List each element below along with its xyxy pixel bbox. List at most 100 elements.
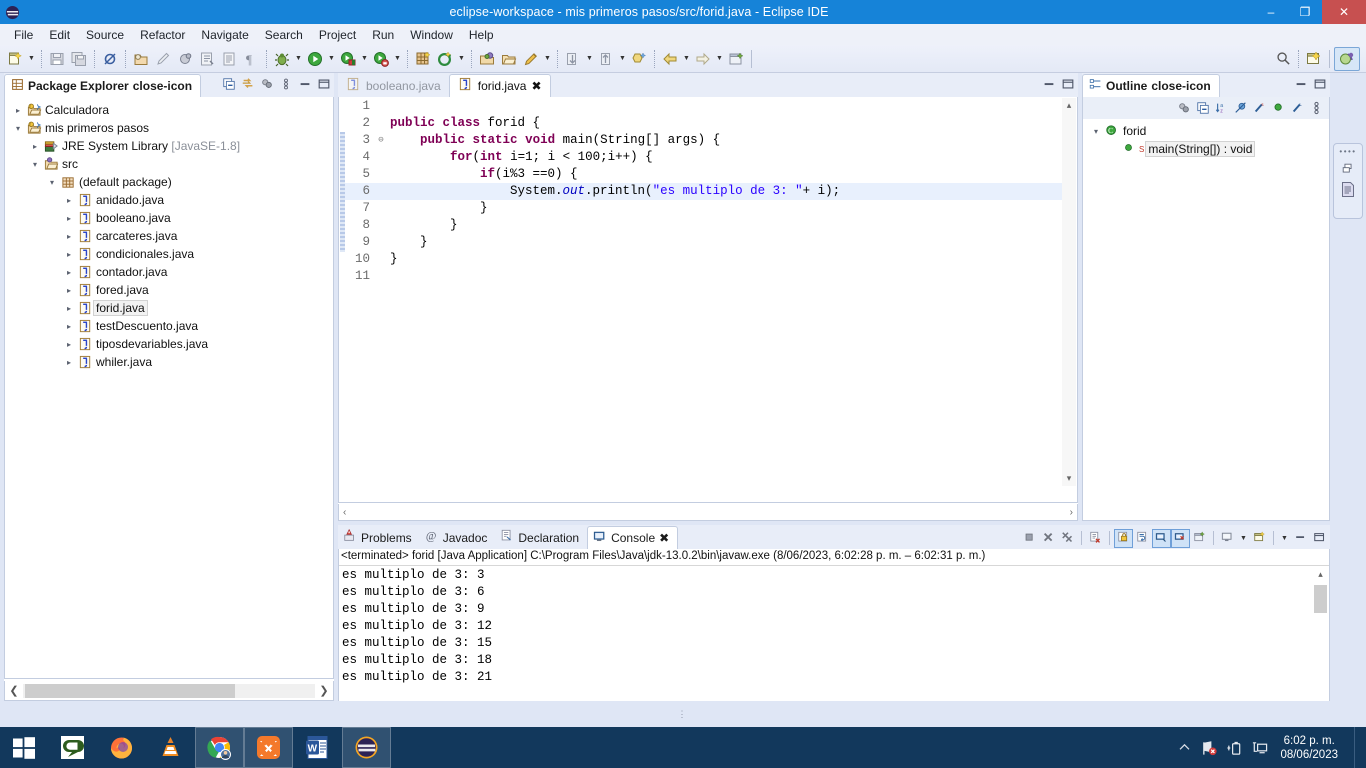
search-icon[interactable] [1272, 48, 1294, 70]
twisty-collapsed-icon[interactable]: ▸ [62, 196, 76, 205]
twisty-collapsed-icon[interactable]: ▸ [62, 358, 76, 367]
scroll-up-icon[interactable]: ▴ [1318, 567, 1323, 582]
chevron-down-icon[interactable]: ▼ [359, 48, 370, 70]
view-menu-icon[interactable] [1308, 100, 1325, 117]
tree-item-jre-system-library[interactable]: ▸ JRE System Library [JavaSE-1.8] [5, 137, 333, 155]
run-green-icon[interactable] [304, 48, 326, 70]
open-perspective-icon[interactable] [1303, 48, 1325, 70]
breakpoint-disabled-icon[interactable] [99, 48, 121, 70]
code-line[interactable]: 4 for(int i=1; i < 100;i++) { [340, 149, 1062, 166]
minimize-icon[interactable] [1292, 530, 1309, 547]
pilcrow-icon[interactable]: ¶ [240, 48, 262, 70]
view-menu-icon[interactable] [277, 75, 294, 92]
chevron-down-icon[interactable]: ▼ [584, 48, 595, 70]
chevron-down-icon[interactable]: ▼ [326, 48, 337, 70]
task-list-icon[interactable] [1340, 181, 1357, 198]
tree-item-condicionales-java[interactable]: ▸ condicionales.java [5, 245, 333, 263]
taskbar-camtasia[interactable] [48, 727, 97, 768]
show-on-output-icon[interactable] [1152, 528, 1171, 548]
chevron-down-icon[interactable]: ▼ [714, 48, 725, 70]
maximize-icon[interactable] [1311, 530, 1328, 547]
editor-tab-forid-java[interactable]: forid.java ✖ [448, 74, 551, 97]
close-button[interactable]: ✕ [1322, 0, 1366, 24]
close-icon[interactable]: close-icon [133, 79, 192, 93]
editor-tab-booleano-java[interactable]: booleano.java [338, 74, 449, 97]
chevron-down-icon[interactable]: ▼ [1238, 527, 1249, 549]
fold-marker[interactable] [374, 115, 388, 132]
save-icon[interactable] [46, 48, 68, 70]
taskbar-clock[interactable]: 6:02 p. m. 08/06/2023 [1276, 734, 1346, 762]
save-all-icon[interactable] [68, 48, 90, 70]
clear-console-icon[interactable] [1087, 530, 1104, 547]
twisty-collapsed-icon[interactable]: ▸ [62, 322, 76, 331]
tree-item-mis-primeros-pasos[interactable]: ▾! mis primeros pasos [5, 119, 333, 137]
close-icon[interactable]: ✖ [531, 79, 541, 93]
open-folder-icon[interactable] [498, 48, 520, 70]
pencil-icon[interactable] [152, 48, 174, 70]
twisty-collapsed-icon[interactable]: ▸ [28, 142, 42, 151]
code-line[interactable]: 1 [340, 98, 1062, 115]
twisty-collapsed-icon[interactable]: ▸ [62, 286, 76, 295]
next-annotation-icon[interactable] [562, 48, 584, 70]
menu-item-search[interactable]: Search [257, 26, 311, 44]
collapse-all-icon[interactable] [220, 75, 237, 92]
hscroll-track[interactable] [23, 683, 315, 698]
menu-item-run[interactable]: Run [364, 26, 402, 44]
minimize-button[interactable]: – [1254, 0, 1288, 24]
minimize-icon[interactable] [1292, 75, 1309, 92]
outline-item-main-string-void[interactable]: Smain(String[]) : void [1083, 140, 1329, 158]
editor-hscrollbar[interactable]: ‹ › [338, 504, 1078, 521]
network-error-icon[interactable] [1201, 738, 1218, 758]
chevron-down-icon[interactable]: ▼ [456, 48, 467, 70]
outline-tree[interactable]: ▾ Cforid Smain(String[]) : void [1083, 119, 1329, 158]
class-icon[interactable] [174, 48, 196, 70]
console-panel-tab-console[interactable]: Console ✖ [587, 526, 679, 549]
tab-package-explorer[interactable]: Package Explorer close-icon [4, 74, 202, 97]
tree-item-contador-java[interactable]: ▸ contador.java [5, 263, 333, 281]
twisty-expanded-icon[interactable]: ▾ [28, 160, 42, 169]
package-explorer-hscrollbar[interactable]: ❮ ❯ [4, 681, 334, 701]
twisty-expanded-icon[interactable]: ▾ [1089, 127, 1103, 136]
bug-icon[interactable] [271, 48, 293, 70]
taskbar-eclipse[interactable] [342, 727, 391, 768]
tree-item-booleano-java[interactable]: ▸ booleano.java [5, 209, 333, 227]
twisty-collapsed-icon[interactable]: ▸ [11, 106, 25, 115]
pen-icon[interactable] [520, 48, 542, 70]
menu-item-refactor[interactable]: Refactor [132, 26, 193, 44]
last-edit-icon[interactable] [628, 48, 650, 70]
close-icon[interactable]: ✖ [659, 531, 669, 545]
menu-item-source[interactable]: Source [78, 26, 132, 44]
terminate-icon[interactable] [1021, 530, 1038, 547]
back-arrow-icon[interactable] [659, 48, 681, 70]
windows-start-icon[interactable] [0, 727, 48, 768]
menu-item-window[interactable]: Window [402, 26, 461, 44]
fold-marker[interactable] [374, 98, 388, 115]
close-icon[interactable]: close-icon [1151, 79, 1210, 93]
pin-console-icon[interactable] [1191, 530, 1208, 547]
restore-icon[interactable] [1040, 75, 1057, 92]
hscroll-thumb[interactable] [25, 683, 235, 698]
chevron-down-icon[interactable]: ▼ [26, 48, 37, 70]
twisty-collapsed-icon[interactable]: ▸ [62, 304, 76, 313]
pin-editor-icon[interactable] [725, 48, 747, 70]
tree-item-whiler-java[interactable]: ▸ whiler.java [5, 353, 333, 371]
twisty-collapsed-icon[interactable]: ▸ [62, 250, 76, 259]
taskbar-xampp[interactable] [244, 727, 293, 768]
fold-marker[interactable] [374, 268, 388, 285]
taskbar-firefox[interactable] [97, 727, 146, 768]
word-wrap-icon[interactable] [1134, 530, 1151, 547]
chevron-down-icon[interactable]: ▼ [542, 48, 553, 70]
tree-item-default-package[interactable]: ▾ (default package) [5, 173, 333, 191]
menu-item-help[interactable]: Help [461, 26, 502, 44]
chevron-down-icon[interactable]: ▼ [1279, 527, 1290, 549]
link-editor-icon[interactable] [239, 75, 256, 92]
java-project-icon[interactable] [130, 48, 152, 70]
collapse-all-icon[interactable] [1194, 100, 1211, 117]
fold-marker[interactable]: ⊖ [374, 132, 388, 149]
taskbar-vlc[interactable] [146, 727, 195, 768]
console-panel-tab-problems[interactable]: Problems [338, 526, 420, 549]
scroll-left-icon[interactable]: ❮ [5, 684, 23, 697]
maximize-button[interactable]: ❐ [1288, 0, 1322, 24]
code-line[interactable]: 3 ⊖ public static void main(String[] args… [340, 132, 1062, 149]
twisty-collapsed-icon[interactable]: ▸ [62, 214, 76, 223]
